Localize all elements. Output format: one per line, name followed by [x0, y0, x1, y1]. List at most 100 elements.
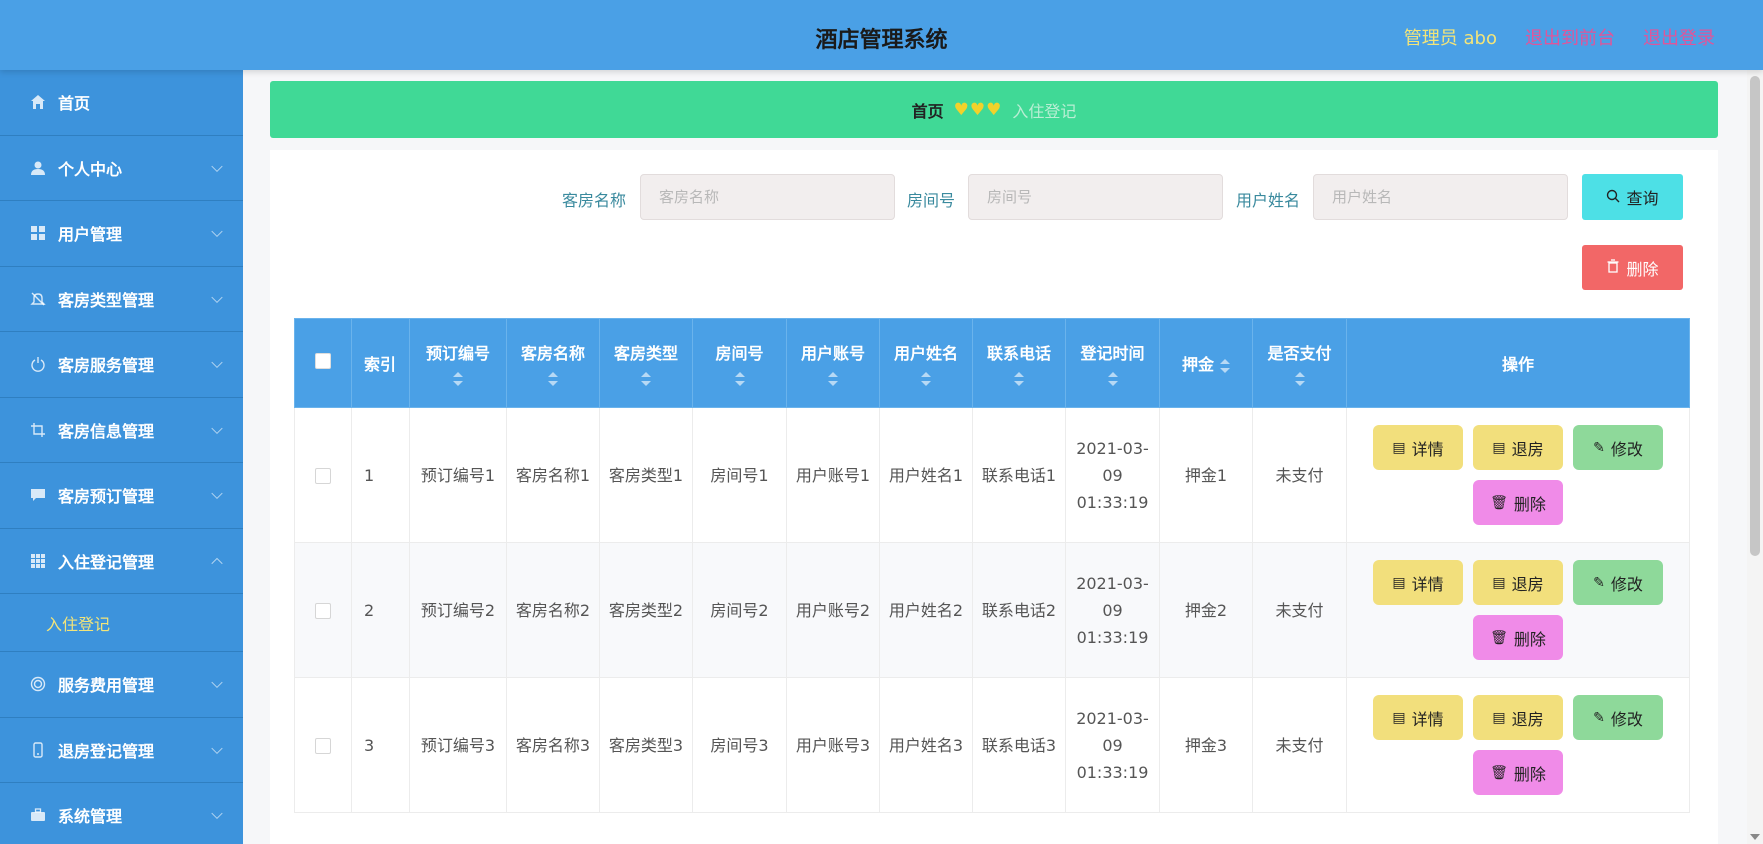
row-checkbox[interactable]	[315, 603, 331, 619]
sidebar-item-home[interactable]: 首页	[0, 70, 243, 136]
query-button-label: 查询	[1626, 189, 1659, 208]
detail-button[interactable]: ▤ 详情	[1373, 560, 1463, 605]
search-form: 客房名称 房间号 用户姓名 查询	[270, 174, 1718, 220]
cell-booking-no: 预订编号2	[409, 542, 507, 678]
cell-room-no: 房间号2	[692, 542, 787, 678]
cell-user-name: 用户姓名3	[879, 677, 973, 813]
content-panel: 客房名称 房间号 用户姓名 查询 删除	[270, 150, 1718, 844]
cell-time: 2021-03-09 01:33:19	[1065, 677, 1160, 813]
edit-label: 修改	[1610, 439, 1643, 459]
col-actions: 操作	[1346, 318, 1690, 408]
cell-room-name: 客房名称1	[506, 407, 600, 543]
edit-button[interactable]: ✎ 修改	[1573, 560, 1663, 605]
sidebar-item-user-management[interactable]: 用户管理	[0, 201, 243, 267]
sidebar-item-label: 服务费用管理	[58, 676, 155, 696]
document-icon: ▤	[1392, 574, 1406, 591]
sidebar-item-room-info-management[interactable]: 客房信息管理	[0, 398, 243, 463]
col-phone[interactable]: 联系电话	[972, 318, 1066, 408]
edit-button[interactable]: ✎ 修改	[1573, 425, 1663, 470]
document-icon: ▤	[1392, 709, 1406, 726]
checkout-button[interactable]: ▤ 退房	[1473, 695, 1563, 740]
bell-off-icon	[28, 289, 48, 309]
col-index: 索引	[351, 318, 410, 408]
sort-icon	[548, 372, 558, 386]
cell-room-type: 客房类型3	[599, 677, 693, 813]
cell-actions: ▤ 详情 ▤ 退房 ✎ 修改 🗑 删除	[1346, 542, 1690, 678]
sidebar-item-label: 客房信息管理	[58, 421, 155, 441]
col-booking-no[interactable]: 预订编号	[409, 318, 507, 408]
batch-delete-button[interactable]: 删除	[1582, 245, 1683, 290]
row-checkbox[interactable]	[315, 738, 331, 754]
sidebar-item-label: 客房预订管理	[58, 487, 155, 507]
exit-to-front-link[interactable]: 退出到前台	[1525, 24, 1615, 50]
col-room-type-label: 客房类型	[613, 344, 678, 363]
col-room-no[interactable]: 房间号	[692, 318, 787, 408]
pencil-icon: ✎	[1593, 439, 1605, 456]
sidebar-item-label: 首页	[58, 94, 91, 114]
checkout-button[interactable]: ▤ 退房	[1473, 560, 1563, 605]
power-icon	[28, 354, 48, 374]
sort-icon	[1014, 372, 1024, 386]
sidebar-item-personal-center[interactable]: 个人中心	[0, 136, 243, 201]
sidebar: 首页 个人中心 用户管理 客房类型管理 客房服务管理 客房信息管理 客房预订管理…	[0, 70, 243, 844]
checkout-label: 退房	[1511, 439, 1544, 459]
sidebar-item-room-type-management[interactable]: 客房类型管理	[0, 267, 243, 332]
room-no-input[interactable]	[968, 174, 1223, 220]
col-account[interactable]: 用户账号	[786, 318, 880, 408]
cell-deposit: 押金3	[1159, 677, 1253, 813]
trash-icon: 🗑	[1490, 764, 1508, 781]
grid-icon	[28, 223, 48, 243]
breadcrumb-home[interactable]: 首页	[912, 98, 944, 122]
sidebar-item-label: 个人中心	[58, 159, 123, 179]
trash-icon: 🗑	[1490, 494, 1508, 511]
sidebar-subitem-checkin[interactable]: 入住登记	[0, 594, 243, 652]
col-user-name[interactable]: 用户姓名	[879, 318, 973, 408]
col-room-name[interactable]: 客房名称	[506, 318, 600, 408]
chevron-up-icon	[211, 557, 223, 569]
col-paid[interactable]: 是否支付	[1252, 318, 1347, 408]
col-deposit[interactable]: 押金	[1159, 318, 1253, 408]
col-deposit-label: 押金	[1181, 355, 1214, 374]
delete-button[interactable]: 🗑 删除	[1473, 615, 1563, 660]
detail-button[interactable]: ▤ 详情	[1373, 425, 1463, 470]
sidebar-item-label: 客房类型管理	[58, 290, 155, 310]
breadcrumb: 首页 ♥♥♥ 入住登记	[270, 81, 1718, 138]
cell-deposit: 押金1	[1159, 407, 1253, 543]
breadcrumb-current: 入住登记	[1012, 101, 1077, 121]
header-links: 管理员 abo 退出到前台 退出登录	[1404, 24, 1715, 50]
detail-label: 详情	[1411, 439, 1444, 459]
user-name-input[interactable]	[1313, 174, 1568, 220]
sidebar-item-room-booking-management[interactable]: 客房预订管理	[0, 463, 243, 529]
sidebar-item-checkin-management[interactable]: 入住登记管理	[0, 529, 243, 594]
select-all-checkbox[interactable]	[315, 353, 331, 369]
document-icon: ▤	[1392, 439, 1406, 456]
logout-link[interactable]: 退出登录	[1643, 24, 1715, 50]
delete-button[interactable]: 🗑 删除	[1473, 750, 1563, 795]
room-name-input[interactable]	[640, 174, 895, 220]
detail-button[interactable]: ▤ 详情	[1373, 695, 1463, 740]
query-button[interactable]: 查询	[1582, 174, 1683, 220]
cell-room-type: 客房类型1	[599, 407, 693, 543]
cell-deposit: 押金2	[1159, 542, 1253, 678]
page-scrollbar[interactable]	[1747, 70, 1763, 844]
admin-name: 管理员 abo	[1403, 28, 1497, 49]
sidebar-item-room-service-management[interactable]: 客房服务管理	[0, 332, 243, 398]
sidebar-item-checkout-management[interactable]: 退房登记管理	[0, 718, 243, 783]
scrollbar-thumb[interactable]	[1750, 76, 1760, 556]
col-booking-no-label: 预订编号	[425, 344, 490, 363]
mobile-icon	[28, 740, 48, 760]
delete-button[interactable]: 🗑 删除	[1473, 480, 1563, 525]
cell-user-name: 用户姓名1	[879, 407, 973, 543]
checkout-button[interactable]: ▤ 退房	[1473, 425, 1563, 470]
col-room-type[interactable]: 客房类型	[599, 318, 693, 408]
col-user-name-label: 用户姓名	[893, 344, 958, 363]
edit-button[interactable]: ✎ 修改	[1573, 695, 1663, 740]
table-row: 3 预订编号3 客房名称3 客房类型3 房间号3 用户账号3 用户姓名3 联系电…	[294, 677, 1690, 813]
sidebar-item-system-management[interactable]: 系统管理	[0, 783, 243, 844]
row-checkbox[interactable]	[315, 468, 331, 484]
col-time[interactable]: 登记时间	[1065, 318, 1160, 408]
sidebar-item-service-fee-management[interactable]: 服务费用管理	[0, 652, 243, 718]
scroll-down-arrow-icon[interactable]	[1750, 834, 1760, 840]
row-select-cell	[294, 407, 352, 543]
delete-label: 删除	[1513, 494, 1546, 514]
